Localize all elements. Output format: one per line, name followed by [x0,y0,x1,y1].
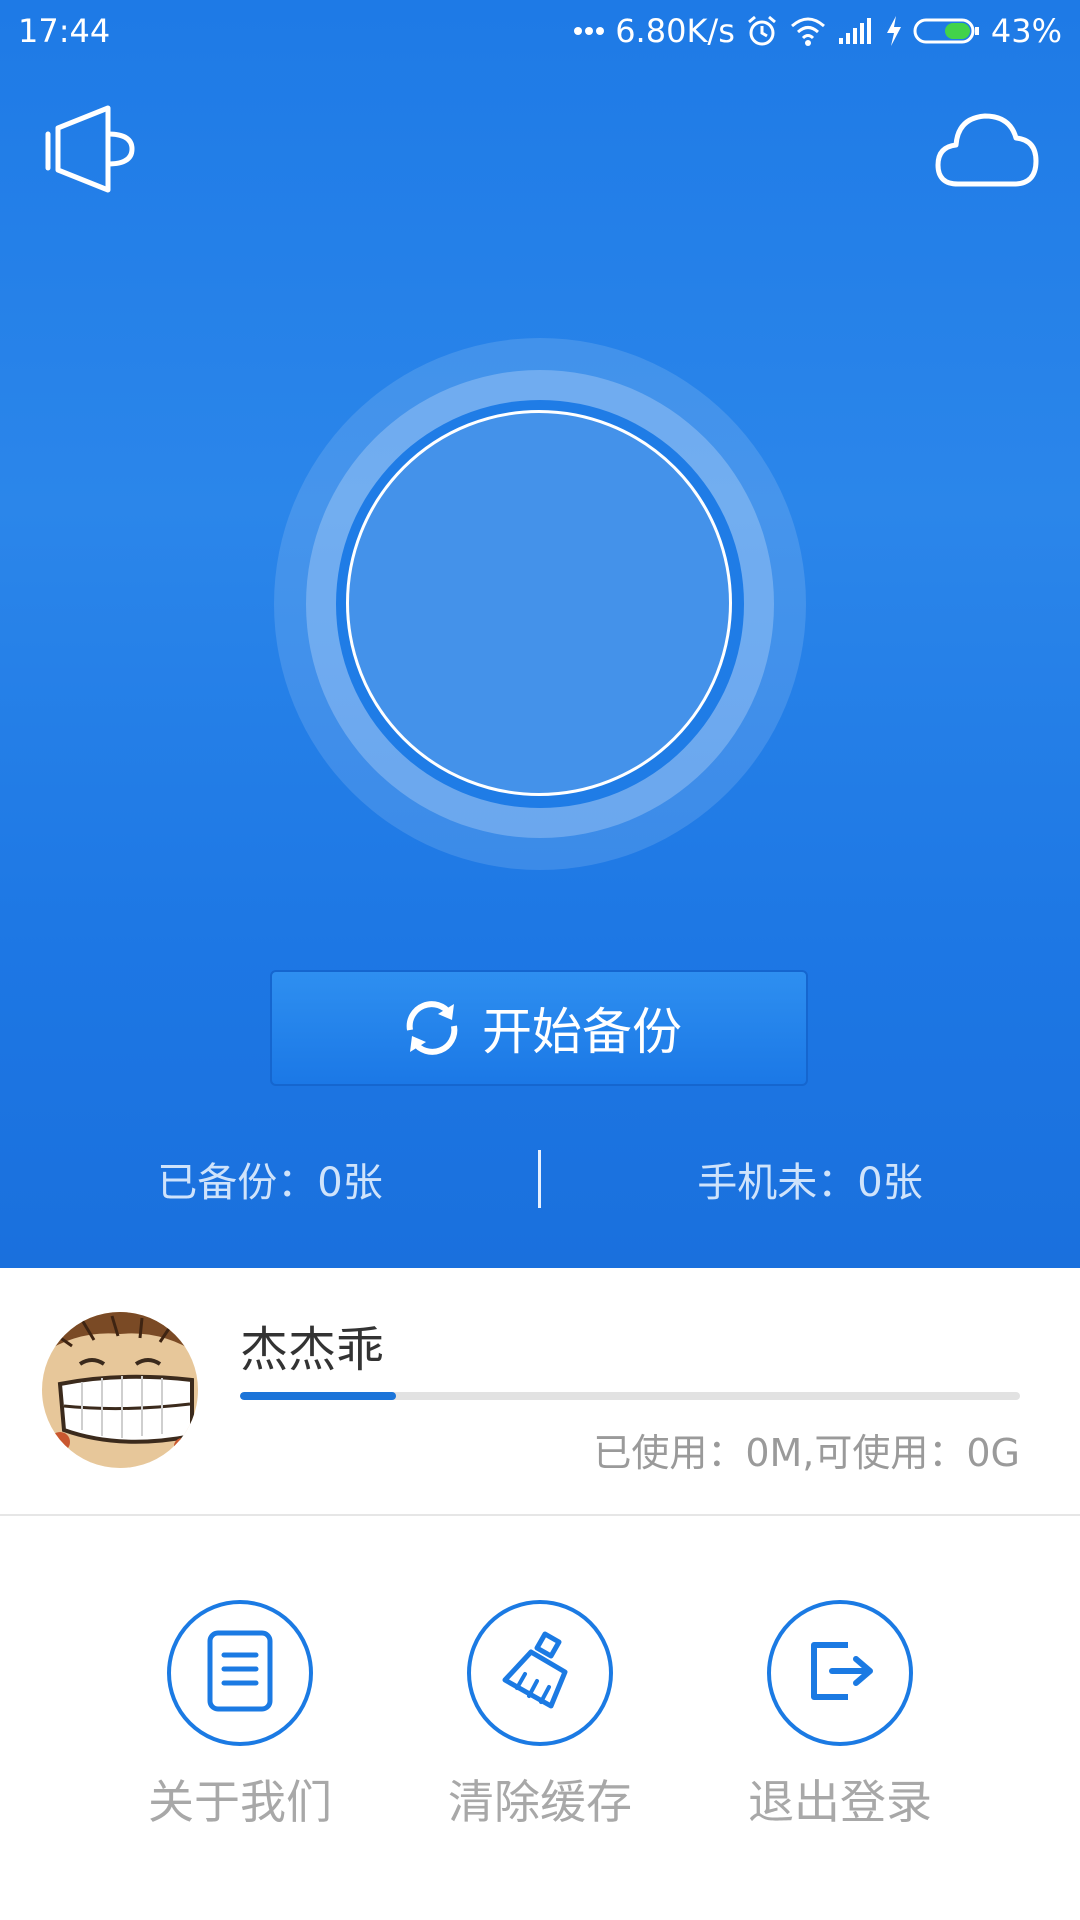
storage-usage-text: 已使用：0M,可使用：0G [593,1431,1020,1475]
about-us-button[interactable]: 关于我们 [120,1600,360,1832]
storage-usage-fill [240,1392,396,1400]
logout-button[interactable]: 退出登录 [720,1600,960,1832]
phone-not-backed-count: 手机未：0张 [697,1160,923,1206]
clear-cache-circle [467,1600,613,1746]
avatar[interactable] [42,1312,198,1468]
status-icons: 6.80K/s 43% [573,10,1062,52]
logout-label: 退出登录 [748,1775,932,1829]
document-icon [202,1629,278,1717]
network-speed: 6.80K/s [615,12,735,50]
storage-usage-bar [240,1392,1020,1400]
signal-icon [837,16,875,46]
speaker-icon[interactable] [42,104,142,194]
about-us-circle [167,1600,313,1746]
screen: 17:44 6.80K/s 43% 开始备份 已备份：0张 手机未：0张 杰杰乖… [0,0,1080,1920]
backup-hero: 17:44 6.80K/s 43% 开始备份 已备份：0张 手机未：0张 [0,0,1080,1268]
battery-percent: 43% [990,12,1062,50]
user-info: 杰杰乖 已使用：0M,可使用：0G [0,1268,1080,1516]
battery-icon [913,16,981,46]
dots-icon [573,26,605,36]
username: 杰杰乖 [240,1322,385,1378]
logout-circle [767,1600,913,1746]
alarm-icon [745,14,779,48]
actions-row: 关于我们 清除缓存 退出登录 [0,1600,1080,1850]
clear-cache-label: 清除缓存 [448,1775,632,1829]
clear-cache-button[interactable]: 清除缓存 [420,1600,660,1832]
stats-divider [538,1150,541,1208]
status-bar: 17:44 6.80K/s 43% [0,0,1080,62]
backup-circle [274,338,806,870]
start-backup-button[interactable]: 开始备份 [270,970,808,1086]
wifi-icon [789,16,827,46]
cloud-icon[interactable] [932,104,1042,192]
status-time: 17:44 [18,12,111,50]
about-us-label: 关于我们 [148,1775,332,1829]
sync-icon [396,992,468,1064]
backup-circle-button[interactable] [346,410,732,796]
broom-icon [495,1626,585,1720]
logout-icon [800,1631,880,1715]
charging-icon [885,15,903,47]
start-backup-label: 开始备份 [482,1003,682,1061]
backed-up-count: 已备份：0张 [157,1160,383,1206]
